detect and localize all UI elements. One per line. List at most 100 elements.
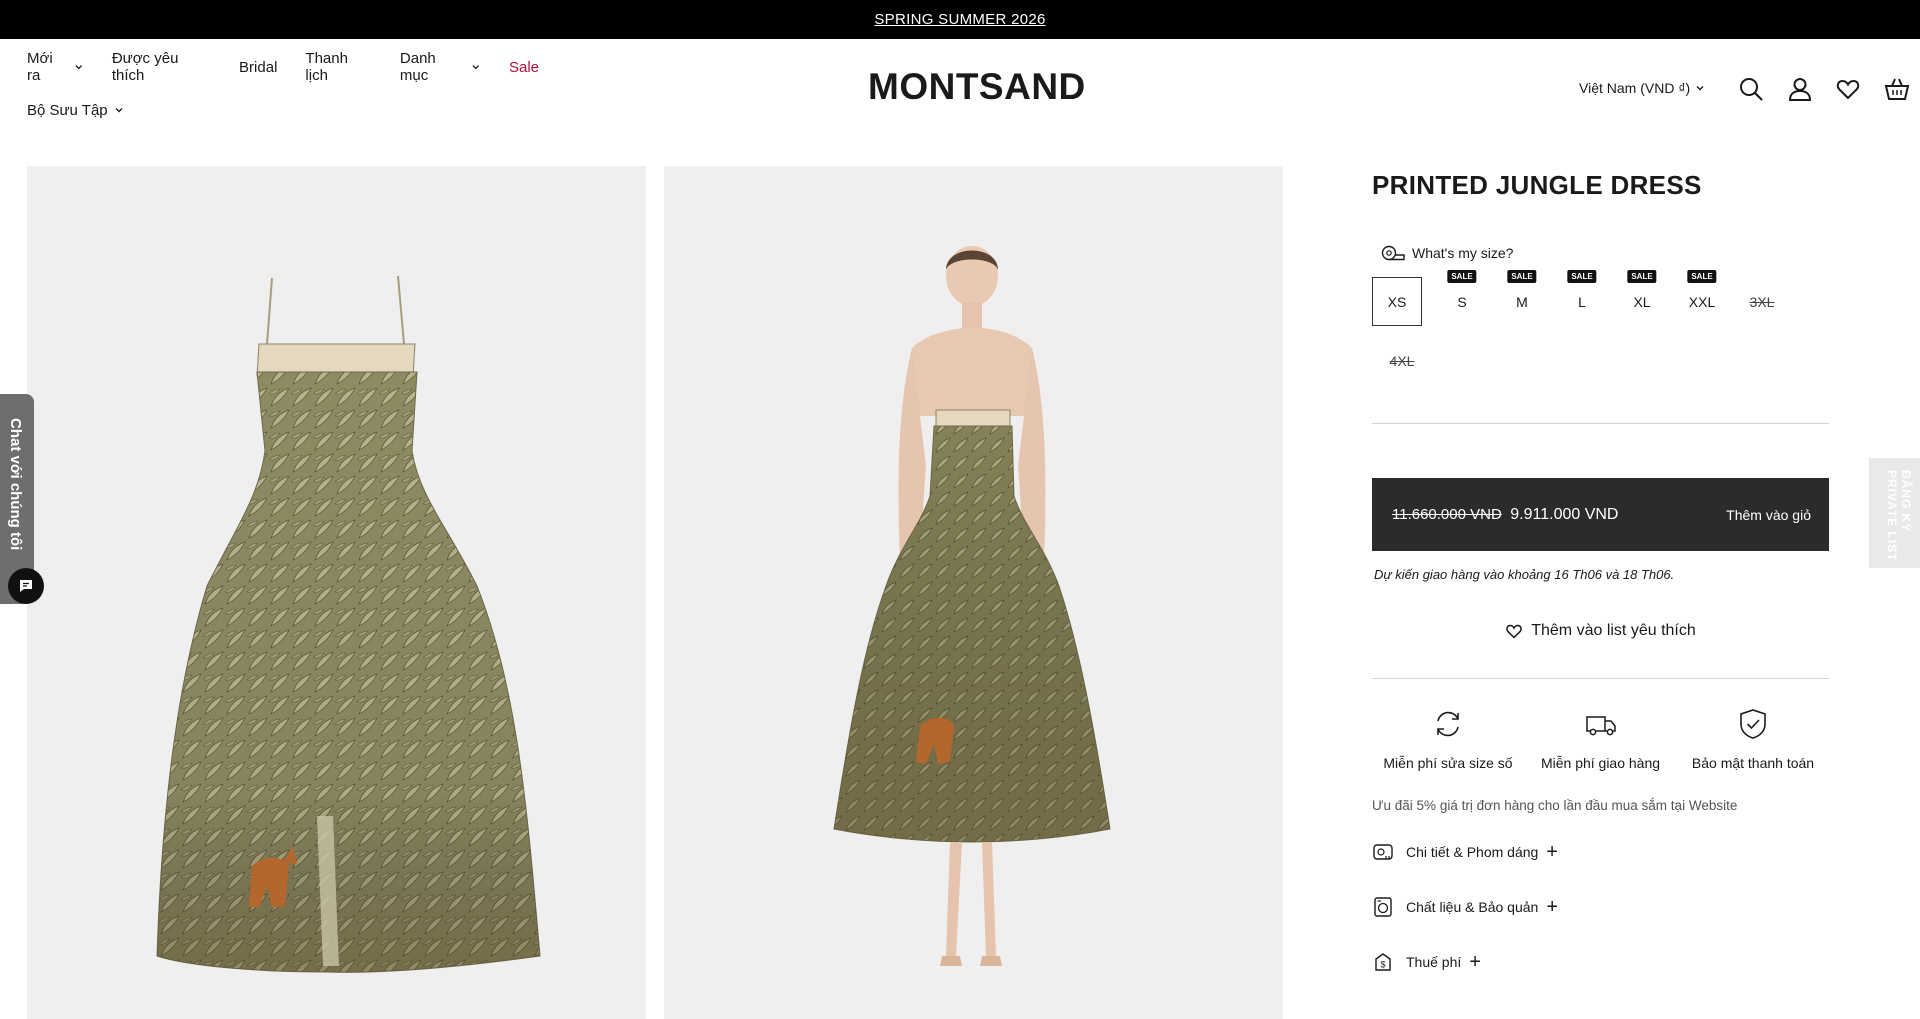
announcement-link[interactable]: SPRING SUMMER 2026	[874, 11, 1045, 28]
truck-icon	[1585, 716, 1616, 736]
chevron-down-icon	[115, 108, 123, 113]
nav-item-label: Bridal	[239, 58, 278, 76]
promo-text: Ưu đãi 5% giá trị đơn hàng cho lần đầu m…	[1372, 798, 1738, 813]
private-list-tab[interactable]: ĐĂNG KÝ PRIVATE LIST	[1869, 458, 1920, 568]
product-panel: PRINTED JUNGLE DRESS What's my size? XS S…	[1372, 166, 1829, 1002]
sale-badge: SALE	[1507, 270, 1537, 283]
nav-item-label: Mới ra	[27, 50, 53, 84]
feature-label: Bảo mật thanh toán	[1691, 755, 1815, 771]
size-label: XL	[1633, 293, 1651, 310]
chat-label: Chat với chúng tôi	[7, 418, 24, 551]
wishlist-label: Thêm vào list yêu thích	[1531, 622, 1696, 639]
cart-icon[interactable]	[1884, 76, 1910, 102]
plus-icon: +	[1469, 951, 1481, 973]
product-title: PRINTED JUNGLE DRESS	[1372, 170, 1702, 200]
sale-badge: SALE	[1627, 270, 1657, 283]
accordion-label: Chi tiết & Phom dáng	[1406, 844, 1539, 860]
add-to-cart-button[interactable]: 11.660.000 VND 9.911.000 VND Thêm vào gi…	[1372, 478, 1829, 551]
size-label: 4XL	[1389, 352, 1415, 369]
size-guide-label: What's my size?	[1412, 245, 1514, 261]
sale-badge: SALE	[1687, 270, 1717, 283]
brand-logo[interactable]: MONTSAND	[868, 66, 1086, 108]
measuring-tape-icon	[1381, 245, 1405, 261]
chat-bubble-icon[interactable]	[8, 568, 44, 604]
country-label: Việt Nam (VND ₫)	[1579, 80, 1691, 96]
private-list-label: ĐĂNG KÝ PRIVATE LIST	[1885, 470, 1913, 562]
size-option-m[interactable]: SALE M	[1492, 270, 1552, 326]
chevron-down-icon	[75, 65, 83, 70]
feature-secure-payment: Bảo mật thanh toán	[1677, 707, 1829, 771]
size-label: XS	[1387, 293, 1407, 310]
size-option-xxl[interactable]: SALE XXL	[1672, 270, 1732, 326]
size-label: M	[1516, 293, 1528, 310]
size-option-s[interactable]: SALE S	[1432, 270, 1492, 326]
product-image-1[interactable]	[27, 166, 646, 1019]
size-label: XXL	[1688, 293, 1716, 310]
accordion-label: Thuế phí	[1406, 954, 1462, 970]
nav-item-label: Thanh lịch	[305, 50, 348, 84]
heart-icon	[1506, 624, 1523, 639]
size-guide-link[interactable]: What's my size?	[1380, 244, 1829, 262]
washing-machine-icon	[1374, 897, 1392, 917]
svg-text:$: $	[1380, 960, 1385, 970]
size-option-l[interactable]: SALE L	[1552, 270, 1612, 326]
account-icon[interactable]	[1787, 76, 1813, 102]
nav-item-label: Sale	[508, 58, 539, 76]
nav-item-mới-ra[interactable]: Mới ra	[27, 50, 84, 84]
price-original: 11.660.000 VND	[1392, 505, 1502, 523]
heart-icon[interactable]	[1835, 76, 1861, 102]
feature-free-alteration: Miễn phí sửa size số	[1372, 707, 1524, 771]
nav-item-bộ-sưu-tập[interactable]: Bộ Sưu Tập	[27, 102, 124, 119]
nav-row: Mới ra Được yêu thích Bridal Thanh lịch Danh…	[27, 50, 567, 84]
size-selector: XS SALE S SALE M SALE L SALE XL SALE XXL 3XL 4XL	[1372, 270, 1829, 385]
measuring-tape-icon	[1373, 844, 1393, 860]
accordion-material-care[interactable]: Chất liệu & Bảo quản +	[1372, 892, 1829, 922]
nav-item-thanh-lịch[interactable]: Thanh lịch	[305, 50, 372, 84]
search-icon[interactable]	[1738, 76, 1764, 102]
nav-row: Bộ Sưu Tập	[27, 98, 567, 122]
product-accordion: Chi tiết & Phom dáng + Chất liệu & Bảo q…	[1372, 837, 1829, 977]
header-actions: Việt Nam (VND ₫)	[1500, 72, 1920, 106]
size-option-4xl[interactable]: 4XL	[1372, 336, 1432, 385]
nav-item-danh-mục[interactable]: Danh mục	[400, 50, 481, 84]
price-sale: 9.911.000 VND	[1510, 505, 1619, 523]
delivery-estimate: Dự kiến giao hàng vào khoảng 16 Th06 và …	[1374, 567, 1675, 582]
divider	[1372, 678, 1829, 679]
shield-check-icon	[1740, 709, 1766, 739]
accordion-details-fit[interactable]: Chi tiết & Phom dáng +	[1372, 837, 1829, 867]
product-image-2[interactable]	[664, 166, 1283, 1019]
main-nav: Mới ra Được yêu thích Bridal Thanh lịch Danh…	[27, 50, 567, 122]
country-selector[interactable]: Việt Nam (VND ₫)	[1579, 80, 1705, 96]
sale-badge: SALE	[1447, 270, 1477, 283]
nav-item-được-yêu-thích[interactable]: Được yêu thích	[112, 50, 211, 84]
announcement-bar: SPRING SUMMER 2026	[0, 0, 1920, 39]
feature-label: Miễn phí sửa size số	[1383, 755, 1513, 771]
chevron-down-icon	[472, 65, 480, 70]
feature-label: Miễn phí giao hàng	[1540, 755, 1661, 771]
size-option-xl[interactable]: SALE XL	[1612, 270, 1672, 326]
size-label: 3XL	[1749, 293, 1775, 310]
chevron-down-icon	[1696, 86, 1704, 91]
message-icon	[20, 580, 32, 592]
model-image	[833, 246, 1111, 966]
nav-item-bridal[interactable]: Bridal	[239, 59, 277, 76]
sale-badge: SALE	[1567, 270, 1597, 283]
price-group: 11.660.000 VND 9.911.000 VND	[1392, 506, 1618, 524]
size-label: S	[1457, 293, 1467, 310]
accordion-label: Chất liệu & Bảo quản	[1406, 899, 1539, 915]
feature-free-shipping: Miễn phí giao hàng	[1525, 707, 1677, 771]
size-option-3xl[interactable]: 3XL	[1732, 277, 1792, 326]
plus-icon: +	[1546, 896, 1559, 918]
refresh-icon	[1437, 711, 1459, 737]
size-label: L	[1578, 293, 1586, 310]
dress-flat-image	[156, 275, 541, 973]
nav-item-label: Bộ Sưu Tập	[27, 101, 108, 119]
accordion-tax[interactable]: $ Thuế phí +	[1372, 947, 1829, 977]
nav-item-sale[interactable]: Sale	[509, 59, 539, 76]
add-to-cart-label: Thêm vào giỏ	[1726, 506, 1811, 523]
nav-item-label: Danh mục	[399, 50, 436, 84]
size-option-xs[interactable]: XS	[1372, 277, 1422, 326]
divider	[1372, 423, 1829, 424]
nav-item-label: Được yêu thích	[111, 50, 179, 84]
add-to-wishlist-button[interactable]: Thêm vào list yêu thích	[1372, 622, 1829, 640]
